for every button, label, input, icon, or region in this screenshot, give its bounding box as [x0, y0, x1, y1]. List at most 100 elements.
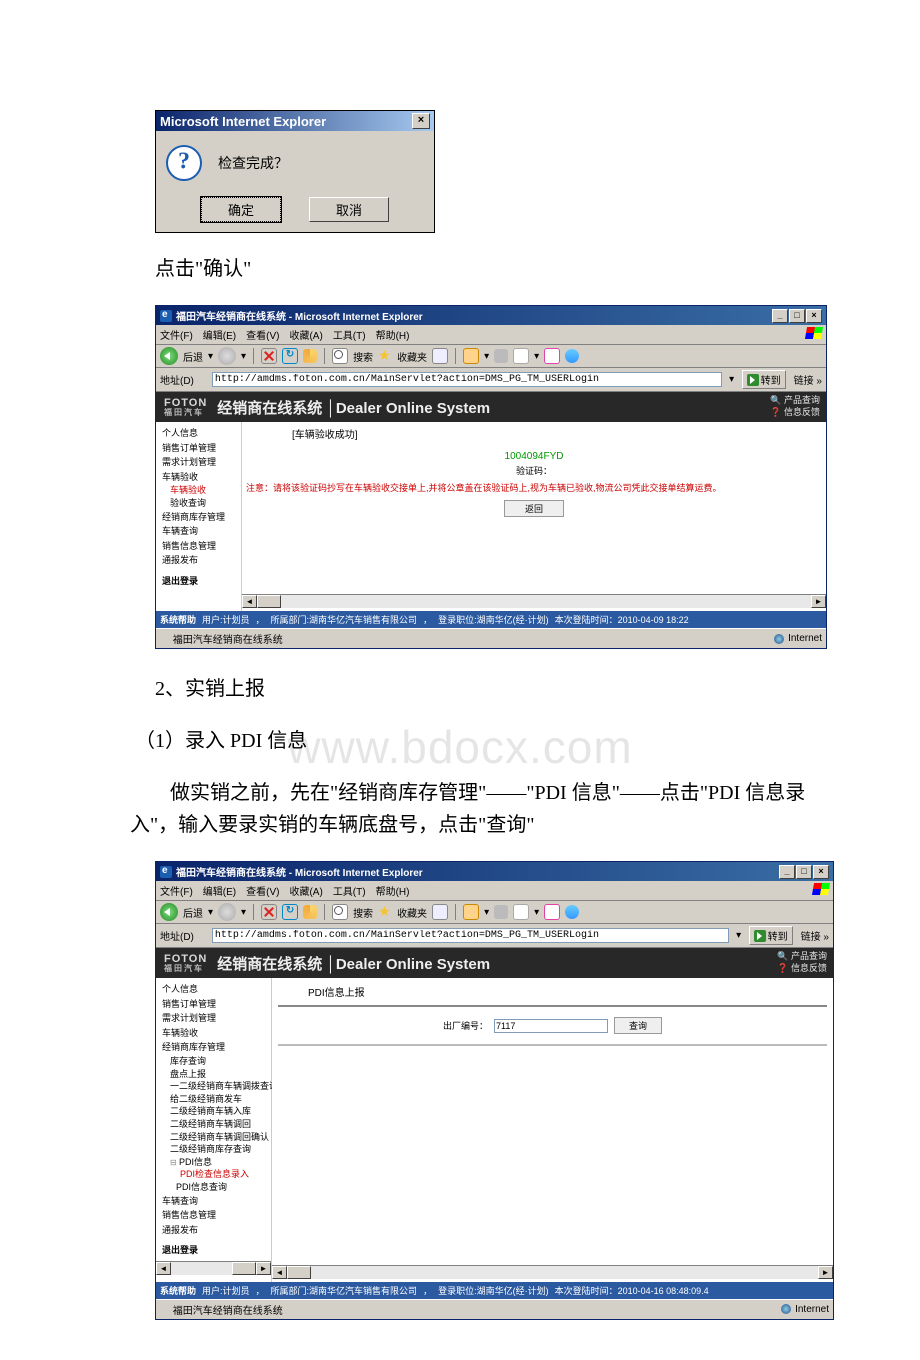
scroll-right-icon[interactable]: ► [818, 1266, 833, 1279]
back-label[interactable]: 后退 [183, 349, 203, 364]
mail-icon[interactable] [463, 904, 479, 920]
forward-icon[interactable] [218, 903, 236, 921]
print-icon[interactable] [494, 905, 508, 919]
history-icon[interactable] [432, 348, 448, 364]
sidebar-item-logout[interactable]: 退出登录 [156, 1243, 271, 1258]
edit-icon[interactable] [513, 904, 529, 920]
refresh-icon[interactable]: ↻ [282, 348, 298, 364]
menu-edit[interactable]: 编辑(E) [203, 327, 236, 342]
sidebar-h-scrollbar[interactable]: ◄ ► [156, 1261, 271, 1275]
sidebar-item-pdi-entry[interactable]: PDI检查信息录入 [156, 1168, 271, 1181]
close-icon[interactable]: × [412, 113, 430, 129]
menu-fav[interactable]: 收藏(A) [289, 883, 322, 898]
edit-icon[interactable] [513, 348, 529, 364]
sidebar-item[interactable]: 经销商库存管理 [156, 510, 241, 525]
research-icon[interactable] [544, 904, 560, 920]
address-input[interactable] [212, 928, 729, 943]
link-product-query[interactable]: 产品查询 [770, 395, 820, 407]
help-link[interactable]: 系统帮助 [160, 613, 196, 626]
close-icon[interactable]: × [813, 865, 829, 879]
sidebar-item[interactable]: 车辆验收 [156, 1026, 271, 1041]
stop-icon[interactable] [261, 904, 277, 920]
favorites-icon[interactable]: ★ [378, 905, 392, 919]
favorites-icon[interactable]: ★ [378, 349, 392, 363]
link-product-query[interactable]: 产品查询 [777, 951, 827, 963]
menu-file[interactable]: 文件(F) [160, 883, 193, 898]
sidebar-item[interactable]: 二级经销商库存查询 [156, 1143, 271, 1156]
sidebar-item[interactable]: 车辆验收 [156, 470, 241, 485]
history-icon[interactable] [432, 904, 448, 920]
chassis-input[interactable] [494, 1019, 608, 1033]
home-icon[interactable] [303, 905, 317, 919]
menu-view[interactable]: 查看(V) [246, 883, 279, 898]
sidebar-item-active[interactable]: 车辆验收 [156, 484, 241, 497]
mail-icon[interactable] [463, 348, 479, 364]
address-dropdown-icon[interactable]: ▾ [733, 930, 745, 941]
sidebar-item[interactable]: 二级经销商车辆入库 [156, 1105, 271, 1118]
back-label[interactable]: 后退 [183, 905, 203, 920]
sidebar-item[interactable]: 验收查询 [156, 497, 241, 510]
sidebar-item[interactable]: 销售订单管理 [156, 441, 241, 456]
h-scrollbar[interactable]: ◄ ► [272, 1265, 833, 1279]
menu-view[interactable]: 查看(V) [246, 327, 279, 342]
sidebar-item[interactable]: 销售信息管理 [156, 1208, 271, 1223]
links-label[interactable]: 链接 » [801, 928, 829, 943]
scroll-right-icon[interactable]: ► [811, 595, 826, 608]
close-icon[interactable]: × [806, 309, 822, 323]
ok-button[interactable]: 确定 [201, 197, 281, 222]
link-feedback[interactable]: 信息反馈 [770, 407, 820, 419]
sidebar-item[interactable]: 销售信息管理 [156, 539, 241, 554]
favorites-label[interactable]: 收藏夹 [397, 349, 427, 364]
sidebar-item-pdi-query[interactable]: PDI信息查询 [156, 1181, 271, 1194]
search-icon[interactable] [332, 904, 348, 920]
maximize-icon[interactable]: □ [796, 865, 812, 879]
sidebar-item-logout[interactable]: 退出登录 [156, 574, 241, 589]
sidebar-item[interactable]: 个人信息 [156, 426, 241, 441]
print-icon[interactable] [494, 349, 508, 363]
home-icon[interactable] [303, 349, 317, 363]
sidebar-item[interactable]: 车辆查询 [156, 524, 241, 539]
sidebar-item[interactable]: 二级经销商车辆调回确认 [156, 1131, 271, 1144]
sidebar-item[interactable]: 需求计划管理 [156, 455, 241, 470]
scroll-thumb[interactable] [287, 1266, 311, 1279]
menu-file[interactable]: 文件(F) [160, 327, 193, 342]
scroll-right-icon[interactable]: ► [256, 1262, 271, 1275]
sidebar-item[interactable]: 销售订单管理 [156, 997, 271, 1012]
maximize-icon[interactable]: □ [789, 309, 805, 323]
menu-edit[interactable]: 编辑(E) [203, 883, 236, 898]
cancel-button[interactable]: 取消 [309, 197, 389, 222]
sidebar-item[interactable]: 二级经销商车辆调回 [156, 1118, 271, 1131]
messenger-icon[interactable] [565, 349, 579, 363]
links-label[interactable]: 链接 » [794, 372, 822, 387]
back-icon[interactable] [160, 347, 178, 365]
sidebar-item[interactable]: 经销商库存管理 [156, 1040, 271, 1055]
forward-icon[interactable] [218, 347, 236, 365]
search-label[interactable]: 搜索 [353, 349, 373, 364]
sidebar-item-pdi[interactable]: PDI信息 [156, 1156, 271, 1169]
refresh-icon[interactable]: ↻ [282, 904, 298, 920]
link-feedback[interactable]: 信息反馈 [777, 963, 827, 975]
scroll-left-icon[interactable]: ◄ [242, 595, 257, 608]
minimize-icon[interactable]: _ [779, 865, 795, 879]
favorites-label[interactable]: 收藏夹 [397, 905, 427, 920]
menu-tools[interactable]: 工具(T) [333, 883, 366, 898]
sidebar-item[interactable]: 车辆查询 [156, 1194, 271, 1209]
menu-tools[interactable]: 工具(T) [333, 327, 366, 342]
sidebar-item[interactable]: 通报发布 [156, 553, 241, 568]
menu-help[interactable]: 帮助(H) [376, 883, 410, 898]
help-link[interactable]: 系统帮助 [160, 1284, 196, 1297]
menu-fav[interactable]: 收藏(A) [289, 327, 322, 342]
sidebar-item[interactable]: 通报发布 [156, 1223, 271, 1238]
search-icon[interactable] [332, 348, 348, 364]
sidebar-item[interactable]: 个人信息 [156, 982, 271, 997]
address-dropdown-icon[interactable]: ▾ [726, 374, 738, 385]
sidebar-item[interactable]: 需求计划管理 [156, 1011, 271, 1026]
sidebar-item[interactable]: 一二级经销商车辆调拨查询 [156, 1080, 271, 1093]
back-button[interactable]: 返回 [504, 500, 564, 517]
research-icon[interactable] [544, 348, 560, 364]
sidebar-item[interactable]: 库存查询 [156, 1055, 271, 1068]
h-scrollbar[interactable]: ◄ ► [242, 594, 826, 608]
address-input[interactable] [212, 372, 722, 387]
scroll-left-icon[interactable]: ◄ [272, 1266, 287, 1279]
go-button[interactable]: 转到 [742, 370, 786, 389]
